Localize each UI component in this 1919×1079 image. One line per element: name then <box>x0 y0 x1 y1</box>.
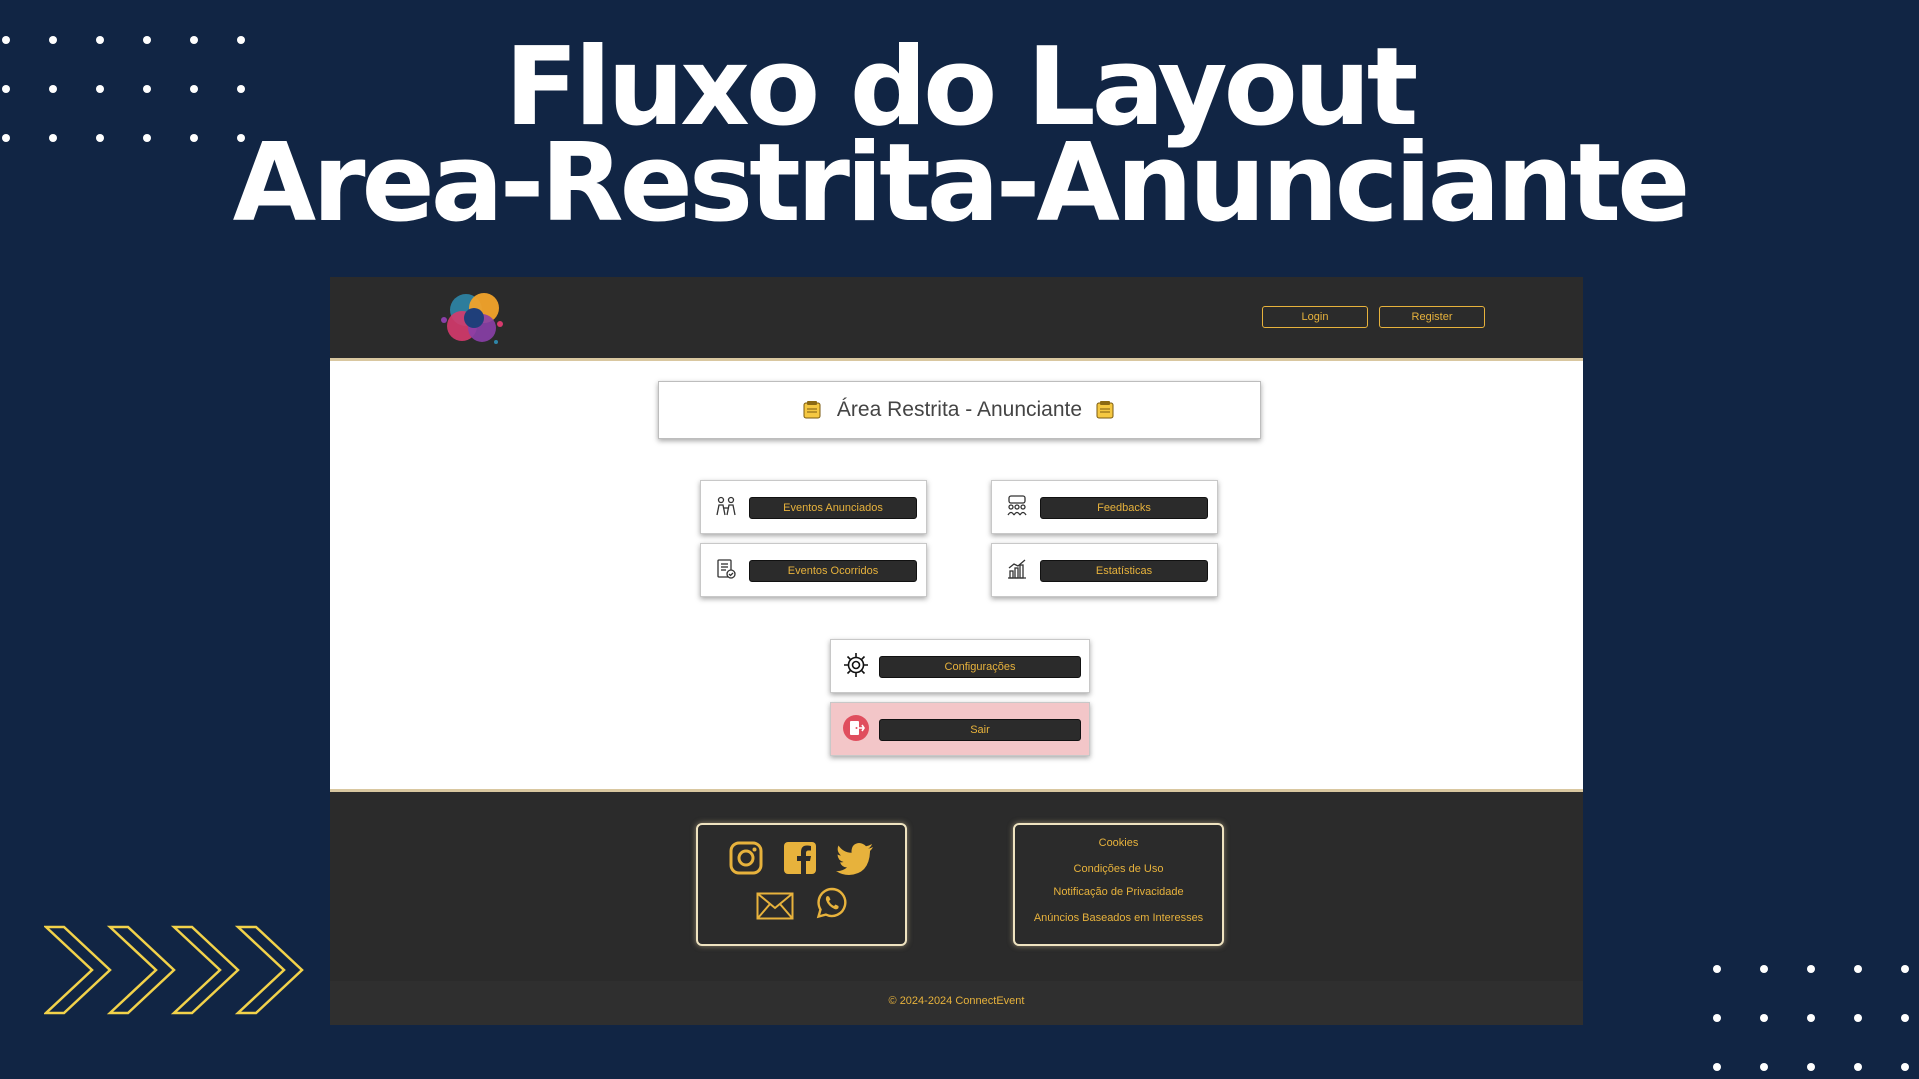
document-check-icon <box>717 559 736 579</box>
condicoes-link[interactable]: Condições de Uso <box>1015 863 1222 875</box>
whatsapp-icon[interactable] <box>816 887 848 919</box>
instagram-icon[interactable] <box>729 841 763 875</box>
login-button[interactable]: Login <box>1262 306 1368 328</box>
eventos-anunciados-button[interactable]: Eventos Anunciados <box>749 497 917 519</box>
card-configuracoes: Configurações <box>830 639 1090 693</box>
page-mockup: Login Register Área Restrita - Anunciant… <box>330 277 1583 1025</box>
page-title-box: Área Restrita - Anunciante <box>658 381 1261 439</box>
anuncios-link[interactable]: Anúncios Baseados em Interesses <box>1015 912 1222 924</box>
footer-links-box: Cookies Condições de Uso Notificação de … <box>1013 823 1224 946</box>
notepad-icon <box>803 401 821 419</box>
card-sair: Sair <box>830 702 1090 756</box>
decor-dots-bottom-right <box>1700 960 1919 1079</box>
exit-door-icon <box>843 715 869 741</box>
copyright: © 2024-2024 ConnectEvent <box>330 981 1583 1025</box>
sair-button[interactable]: Sair <box>879 719 1081 741</box>
notepad-icon <box>1096 401 1114 419</box>
slide-title-line2: Area-Restrita-Anunciante <box>232 121 1691 246</box>
people-icon <box>716 496 736 516</box>
email-icon[interactable] <box>756 892 794 920</box>
page-title: Área Restrita - Anunciante <box>836 398 1083 421</box>
register-button[interactable]: Register <box>1379 306 1485 328</box>
card-feedbacks: Feedbacks <box>991 480 1218 534</box>
feedback-group-icon <box>1007 495 1027 516</box>
slide-title: Fluxo do Layout Area-Restrita-Anunciante <box>0 34 1919 246</box>
social-box <box>696 823 907 946</box>
decor-dots-top-left <box>0 0 260 150</box>
eventos-ocorridos-button[interactable]: Eventos Ocorridos <box>749 560 917 582</box>
facebook-icon[interactable] <box>783 841 817 875</box>
feedbacks-button[interactable]: Feedbacks <box>1040 497 1208 519</box>
logo-icon <box>441 293 503 344</box>
decor-chevrons-icon <box>44 925 304 1015</box>
estatisticas-button[interactable]: Estatísticas <box>1040 560 1208 582</box>
card-eventos-ocorridos: Eventos Ocorridos <box>700 543 927 597</box>
privacidade-link[interactable]: Notificação de Privacidade <box>1015 886 1222 898</box>
twitter-icon[interactable] <box>836 843 874 875</box>
gear-icon <box>844 653 868 677</box>
cookies-link[interactable]: Cookies <box>1015 837 1222 849</box>
site-footer: Cookies Condições de Uso Notificação de … <box>330 789 1583 1025</box>
configuracoes-button[interactable]: Configurações <box>879 656 1081 678</box>
bar-chart-icon <box>1008 559 1026 579</box>
card-eventos-anunciados: Eventos Anunciados <box>700 480 927 534</box>
site-header: Login Register <box>330 277 1583 361</box>
card-estatisticas: Estatísticas <box>991 543 1218 597</box>
